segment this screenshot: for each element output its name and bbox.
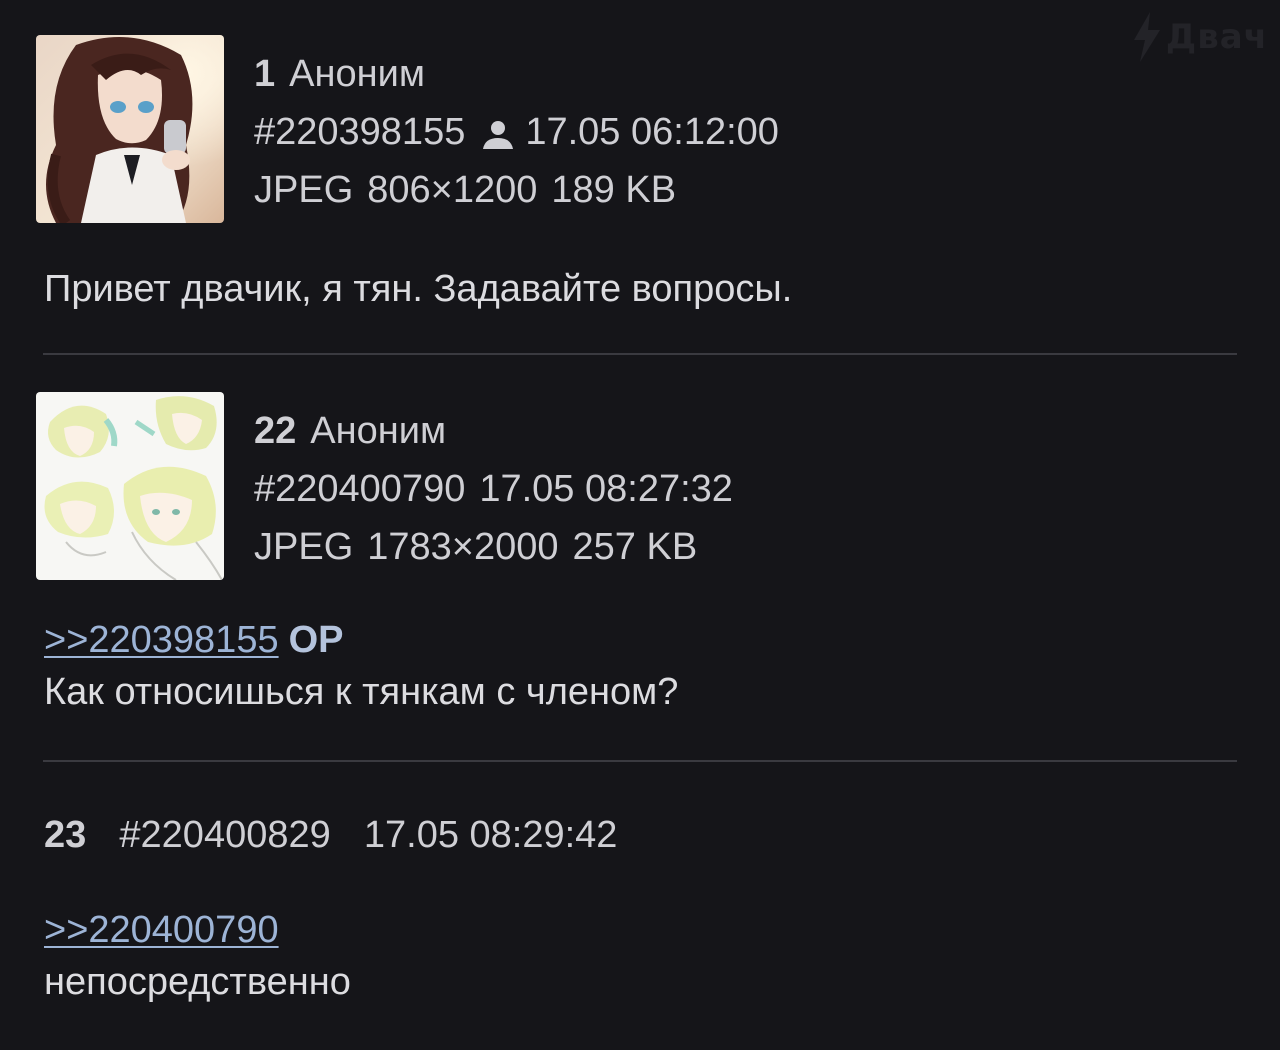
post-divider bbox=[43, 760, 1237, 762]
file-size: 189 KB bbox=[551, 169, 677, 211]
post-meta: 22 Аноним #220400790 17.05 08:27:32 JPEG… bbox=[254, 402, 733, 576]
file-dims: 1783×2000 bbox=[367, 526, 559, 568]
post-text: Как относишься к тянкам с членом? bbox=[44, 671, 679, 713]
op-tag: OP bbox=[288, 619, 344, 661]
file-type: JPEG bbox=[254, 169, 354, 211]
post-number[interactable]: 1 bbox=[254, 45, 275, 103]
post-thumbnail[interactable] bbox=[36, 392, 224, 580]
thread-view: Двач 1 Аноним #220398155 17.05 06:12:00 … bbox=[0, 0, 1280, 1050]
post-datetime: 17.05 08:27:32 bbox=[479, 468, 733, 510]
post-id[interactable]: #220400829 bbox=[119, 814, 330, 856]
post-author: Аноним bbox=[289, 53, 425, 95]
post-text: Привет двачик, я тян. Задавайте вопросы. bbox=[44, 268, 793, 310]
post-divider bbox=[43, 353, 1237, 355]
post-22: 22 Аноним #220400790 17.05 08:27:32 JPEG… bbox=[0, 392, 1280, 713]
reply-line: >>220400790 bbox=[44, 904, 279, 956]
post-author: Аноним bbox=[310, 410, 447, 452]
file-type: JPEG bbox=[254, 526, 354, 568]
post-id[interactable]: #220398155 bbox=[254, 103, 465, 161]
file-dims: 806×1200 bbox=[367, 169, 538, 211]
post-datetime: 17.05 06:12:00 bbox=[525, 111, 779, 153]
post-id[interactable]: #220400790 bbox=[254, 460, 465, 518]
file-size: 257 KB bbox=[572, 526, 698, 568]
reply-link[interactable]: >>220400790 bbox=[44, 909, 279, 951]
post-23-meta: 23 #220400829 17.05 08:29:42 bbox=[44, 814, 617, 857]
reply-link[interactable]: >>220398155 bbox=[44, 619, 279, 661]
post-datetime: 17.05 08:29:42 bbox=[363, 814, 618, 856]
post-text: непосредственно bbox=[44, 961, 351, 1003]
post-1: 1 Аноним #220398155 17.05 06:12:00 JPEG … bbox=[0, 35, 1280, 310]
reply-line: >>220398155 OP bbox=[44, 614, 344, 666]
person-icon bbox=[479, 113, 517, 151]
post-number[interactable]: 22 bbox=[254, 402, 296, 460]
post-thumbnail[interactable] bbox=[36, 35, 224, 223]
post-number[interactable]: 23 bbox=[44, 814, 86, 856]
post-meta: 1 Аноним #220398155 17.05 06:12:00 JPEG … bbox=[254, 45, 779, 219]
